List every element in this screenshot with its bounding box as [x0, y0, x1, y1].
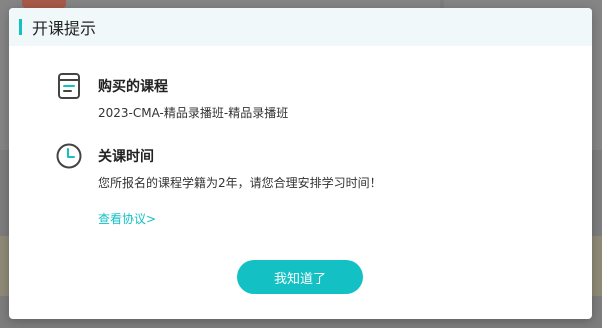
dialog-header: 开课提示 — [9, 8, 592, 46]
clock-icon — [56, 143, 82, 169]
close-time-heading: 关课时间 — [98, 149, 154, 165]
dialog-title: 开课提示 — [32, 19, 97, 38]
book-icon — [58, 73, 80, 99]
close-time-text: 您所报名的课程学籍为2年，请您合理安排学习时间！ — [98, 176, 382, 190]
purchased-course-name: 2023-CMA-精品录播班-精品录播班 — [98, 106, 289, 120]
header-accent-bar — [19, 19, 22, 35]
background-badge — [22, 0, 66, 8]
course-start-dialog: 开课提示 购买的课程 2023-CMA-精品录播班-精品录播班 关课时间 您所报… — [9, 8, 592, 319]
acknowledge-button[interactable]: 我知道了 — [237, 260, 363, 294]
purchased-course-heading: 购买的课程 — [98, 79, 168, 95]
view-agreement-link[interactable]: 查看协议> — [98, 210, 156, 227]
